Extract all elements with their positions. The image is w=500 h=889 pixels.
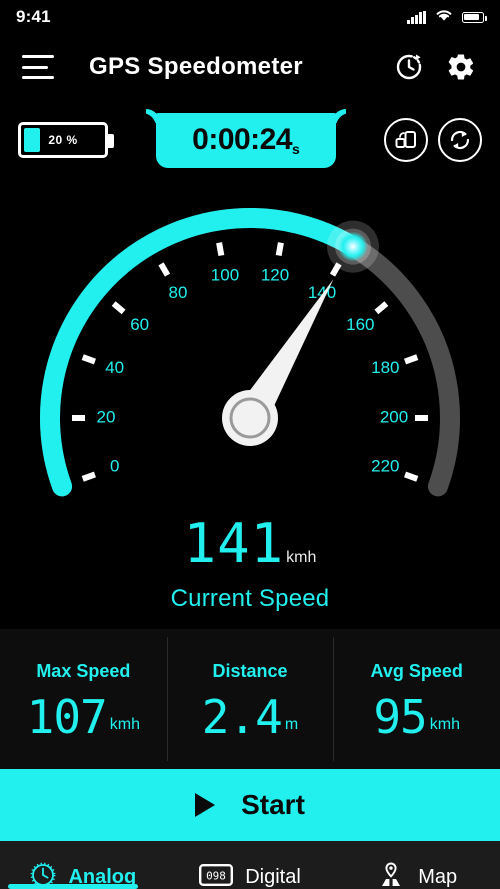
screen-rotation-icon[interactable] [384,118,428,162]
svg-text:80: 80 [169,283,188,302]
app-screen: 9:41 GPS Speedometer 20 % 0:00:24 s 0 20… [0,0,500,889]
stat-value: 95 [373,689,427,744]
play-icon [195,793,216,817]
timer-value: 0:00:24 [192,123,293,156]
svg-text:120: 120 [261,266,289,285]
current-speed-unit: kmh [286,549,317,566]
current-speed-block: 141 kmh Current Speed [0,517,500,613]
svg-text:60: 60 [130,315,149,334]
status-bar: 9:41 [0,0,500,34]
signal-bars-icon [407,10,426,24]
battery-status-widget: 20 % [18,122,114,158]
gear-icon[interactable] [444,50,478,84]
battery-icon [462,11,487,23]
svg-text:160: 160 [346,315,374,334]
stat-title: Distance [212,660,288,681]
stat-distance: Distance 2.4 m [166,629,334,769]
gauge-svg: 020406080100 120140160180200220 [40,208,460,497]
elapsed-timer: 0:00:24 s [142,112,350,168]
svg-text:220: 220 [371,457,399,476]
stat-unit: m [284,716,299,734]
stats-row: Max Speed 107 kmh Distance 2.4 m Avg Spe… [0,629,500,769]
stat-unit: kmh [109,716,140,734]
speedometer-gauge: 0 20 40 60 80 100 120 140 160 180 200 220 [0,180,500,525]
home-indicator [8,884,138,889]
start-button-label: Start [241,789,305,820]
svg-text:098: 098 [206,869,226,882]
svg-text:180: 180 [371,358,399,377]
stat-unit: kmh [429,716,460,734]
app-bar: GPS Speedometer [0,34,500,100]
timer-unit: s [292,140,300,157]
nav-label: Map [418,865,458,888]
stat-title: Max Speed [36,660,131,681]
stat-value: 2.4 [201,689,283,744]
digital-display-icon: 098 [199,863,234,889]
svg-text:0: 0 [110,457,119,476]
map-pin-icon [376,862,406,889]
bottom-nav: Analog 098 Digital Map [0,841,500,889]
stat-avg-speed: Avg Speed 95 kmh [333,629,500,769]
svg-text:100: 100 [211,266,239,285]
stat-value: 107 [26,689,108,744]
hamburger-menu-icon[interactable] [22,55,54,79]
nav-item-map[interactable]: Map [333,862,500,889]
nav-item-digital[interactable]: 098 Digital [167,863,334,889]
refresh-reset-icon[interactable] [438,118,482,162]
timer-row: 20 % 0:00:24 s [0,100,500,180]
svg-text:40: 40 [105,358,124,377]
wifi-icon [435,8,453,27]
battery-percent-label: 20 % [48,133,78,147]
status-time: 9:41 [16,7,51,26]
stat-max-speed: Max Speed 107 kmh [0,629,167,769]
page-title: GPS Speedometer [89,53,303,80]
svg-text:20: 20 [97,407,116,426]
current-speed-label: Current Speed [170,585,330,612]
start-button[interactable]: Start [0,769,500,841]
svg-text:200: 200 [380,407,408,426]
stat-title: Avg Speed [370,660,463,681]
history-clock-icon[interactable] [392,50,426,84]
status-icons [407,8,487,27]
nav-label: Digital [245,865,301,888]
